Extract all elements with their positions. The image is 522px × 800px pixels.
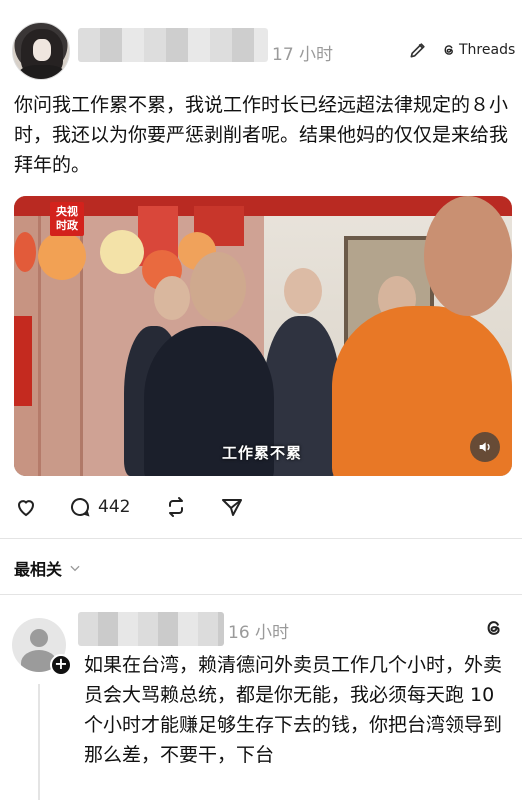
author-avatar[interactable] xyxy=(12,22,70,80)
post-video[interactable]: 央视 时政 工作累不累 xyxy=(14,196,512,476)
chevron-down-icon xyxy=(70,565,80,572)
send-icon xyxy=(222,499,243,516)
threads-logo-icon xyxy=(444,45,453,55)
sort-dropdown[interactable]: 最相关 xyxy=(14,556,82,580)
post-actions: 442 xyxy=(14,492,244,522)
divider xyxy=(0,594,522,595)
person-head xyxy=(284,268,322,314)
reply-author-name-redacted xyxy=(78,612,224,646)
volume-button[interactable] xyxy=(470,432,500,462)
red-banner xyxy=(14,316,32,406)
heart-icon xyxy=(17,500,35,517)
threads-label: Threads xyxy=(459,42,516,58)
reply-time: 16 小时 xyxy=(228,623,290,643)
avatar-placeholder-head xyxy=(30,629,48,647)
comment-bubble-icon xyxy=(71,498,90,517)
pencil-icon[interactable] xyxy=(408,40,428,60)
repost-button[interactable] xyxy=(164,495,188,519)
post-time: 17 小时 xyxy=(272,45,334,65)
comment-count: 442 xyxy=(98,497,131,517)
divider xyxy=(0,538,522,539)
author-name-redacted xyxy=(78,28,268,62)
person-head xyxy=(190,252,246,322)
reply-text: 如果在台湾，赖清德问外卖员工作几个小时，外卖员会大骂赖总统，都是你无能，我必须每… xyxy=(84,654,503,766)
sort-label: 最相关 xyxy=(14,560,63,579)
post-text: 你问我工作累不累，我说工作时长已经远超法律规定的８小时，我还以为你要严惩剥削者呢… xyxy=(14,94,509,176)
share-button[interactable] xyxy=(220,495,244,519)
avatar-face xyxy=(33,39,51,61)
lantern xyxy=(100,230,144,274)
avatar-body xyxy=(19,65,65,79)
cctv-logo: 央视 时政 xyxy=(50,202,84,236)
comment-button[interactable]: 442 xyxy=(68,495,130,519)
follow-plus-button[interactable]: + xyxy=(50,654,72,676)
lantern xyxy=(14,232,36,272)
person-head xyxy=(154,276,190,320)
threads-logo-icon[interactable] xyxy=(484,618,504,638)
post-header: 17 小时 Threads xyxy=(0,0,522,96)
video-subtitle: 工作累不累 xyxy=(222,444,303,462)
threads-badge: Threads xyxy=(442,42,515,58)
speaker-icon xyxy=(479,442,490,452)
thread-line xyxy=(38,684,40,800)
like-button[interactable] xyxy=(14,495,38,519)
person-head xyxy=(424,196,512,316)
repost-icon xyxy=(169,497,184,517)
lantern xyxy=(38,232,86,280)
